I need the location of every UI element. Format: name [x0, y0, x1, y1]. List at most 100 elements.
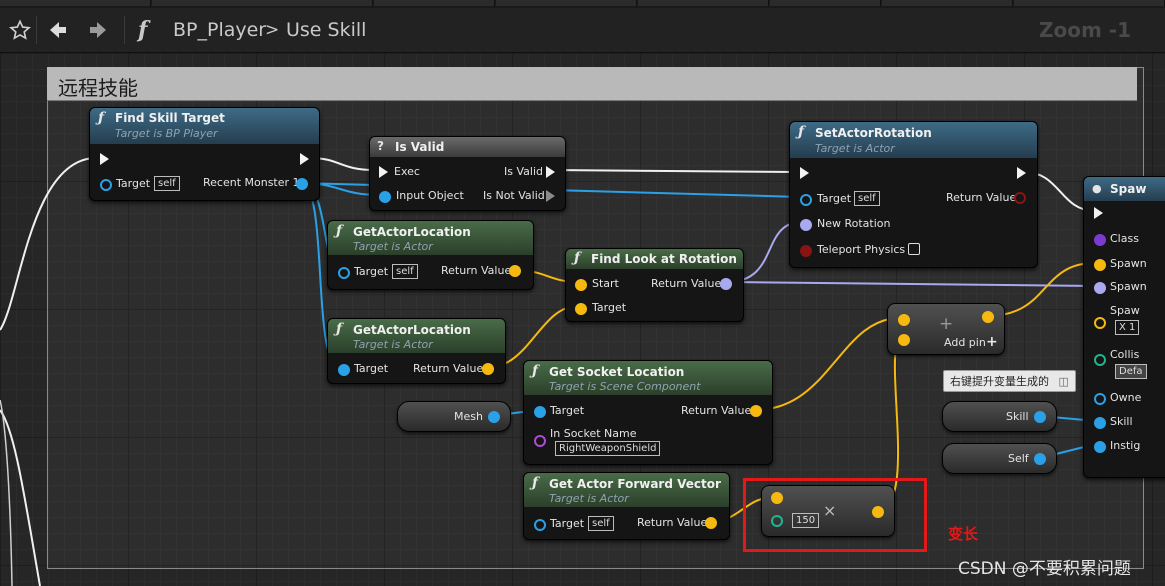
pin-label: Start — [592, 277, 619, 290]
scale-field[interactable]: X 1 — [1115, 320, 1140, 335]
pin-label: Return Value — [637, 516, 708, 529]
add-node[interactable]: + Add pin + — [887, 303, 1005, 355]
target-self-box[interactable]: self — [154, 176, 180, 191]
socket-name-pin[interactable] — [534, 435, 546, 447]
pin-label: Owne — [1110, 391, 1142, 404]
spawn-pin[interactable] — [1094, 259, 1106, 271]
exec-in-pin[interactable] — [800, 167, 809, 179]
variable-label: Self — [1008, 452, 1029, 465]
pin-label: Target — [550, 404, 585, 417]
node-subtitle: Target is Actor — [353, 338, 433, 351]
pin-label: Target — [550, 517, 585, 530]
a-pin[interactable] — [898, 314, 910, 326]
node-title: Spaw — [1110, 182, 1147, 196]
pin-label: New Rotation — [817, 217, 891, 230]
get-socket-location-node[interactable]: ƒ Get Socket Location Target is Scene Co… — [523, 360, 773, 465]
get-actor-location-node[interactable]: ƒ GetActorLocation Target is Actor Targe… — [327, 318, 506, 384]
target-self-box[interactable]: self — [854, 191, 880, 206]
add-pin-button[interactable]: Add pin — [944, 336, 986, 349]
pin-label: In Socket Name — [550, 427, 637, 440]
pin-label: Instig — [1110, 439, 1141, 452]
exec-out-pin[interactable] — [1017, 167, 1026, 179]
node-subtitle: Target is Actor — [353, 240, 433, 253]
return-value-pin[interactable] — [750, 405, 762, 417]
function-icon: ƒ — [574, 250, 581, 266]
pin-label: Return Value — [651, 277, 722, 290]
get-actor-location-node[interactable]: ƒ GetActorLocation Target is Actor Targe… — [327, 220, 534, 290]
plus-icon: + — [939, 314, 954, 334]
return-value-pin[interactable] — [705, 517, 717, 529]
target-self-box[interactable]: self — [392, 264, 418, 279]
target-pin[interactable] — [534, 406, 546, 418]
get-actor-forward-vector-node[interactable]: ƒ Get Actor Forward Vector Target is Act… — [523, 472, 730, 540]
function-icon: ƒ — [98, 110, 105, 126]
return-value-pin[interactable] — [1014, 192, 1026, 204]
pin-label: Spawn — [1110, 257, 1147, 270]
pin-label: Return Value — [681, 404, 752, 417]
instigator-pin[interactable] — [1094, 441, 1106, 453]
owner-pin[interactable] — [1094, 393, 1106, 405]
is-not-valid-out-pin[interactable] — [546, 190, 555, 202]
input-object-pin[interactable] — [379, 191, 391, 203]
exec-in-pin[interactable] — [1094, 207, 1103, 219]
pin-label: Teleport Physics — [817, 243, 906, 256]
mesh-out-pin[interactable] — [488, 411, 500, 423]
teleport-physics-checkbox[interactable] — [908, 243, 920, 255]
self-variable[interactable]: Self — [942, 443, 1057, 474]
find-skill-target-node[interactable]: ƒ Find Skill Target Target is BP Player … — [89, 107, 320, 201]
target-pin[interactable] — [575, 303, 587, 315]
socket-name-field[interactable]: RightWeaponShield — [555, 441, 661, 456]
is-valid-out-pin[interactable] — [546, 166, 555, 178]
start-pin[interactable] — [575, 279, 587, 291]
spawn-scale-pin[interactable] — [1094, 317, 1106, 329]
node-title: Get Actor Forward Vector — [549, 477, 721, 491]
node-subtitle: Target is Actor — [815, 142, 895, 155]
comment-bubble: 右键提升变量生成的 ◫ — [943, 370, 1076, 392]
pin-label: Exec — [394, 165, 420, 178]
recent-monster-pin[interactable] — [296, 178, 308, 190]
node-subtitle: Target is BP Player — [115, 127, 218, 140]
exec-out-pin[interactable] — [300, 153, 309, 165]
exec-in-pin[interactable] — [100, 153, 109, 165]
class-pin[interactable] — [1094, 234, 1106, 246]
return-value-pin[interactable] — [720, 278, 732, 290]
skill-variable[interactable]: Skill — [942, 401, 1057, 432]
pin-label: Target — [817, 192, 852, 205]
mesh-variable[interactable]: Mesh — [397, 401, 511, 432]
return-value-pin[interactable] — [509, 265, 521, 277]
skill-pin[interactable] — [1094, 417, 1106, 429]
b-pin[interactable] — [898, 334, 910, 346]
target-pin[interactable] — [338, 364, 350, 376]
skill-out-pin[interactable] — [1034, 411, 1046, 423]
new-rotation-pin[interactable] — [800, 219, 812, 231]
add-pin-icon[interactable]: + — [986, 334, 998, 350]
collision-dropdown[interactable]: Defa — [1115, 364, 1147, 379]
output-pin[interactable] — [982, 311, 994, 323]
variable-label: Skill — [1006, 410, 1029, 423]
spawn-rotation-pin[interactable] — [1094, 282, 1106, 294]
node-title: SetActorRotation — [815, 126, 932, 140]
annotation-text: 变长 — [948, 525, 979, 543]
target-pin[interactable] — [100, 179, 112, 191]
is-valid-node[interactable]: ? Is Valid Exec Is Valid Input Object Is… — [369, 136, 566, 211]
node-title: Is Valid — [395, 140, 445, 154]
exec-in-pin[interactable] — [379, 166, 388, 178]
teleport-physics-pin[interactable] — [800, 245, 812, 257]
self-out-pin[interactable] — [1034, 453, 1046, 465]
spawn-node[interactable]: ● Spaw Class Spawn Spawn Spaw X 1 Collis… — [1083, 176, 1165, 478]
function-icon: ƒ — [336, 321, 343, 337]
return-value-pin[interactable] — [482, 363, 494, 375]
pin-label: Is Not Valid — [483, 189, 545, 202]
collision-pin[interactable] — [1094, 354, 1106, 366]
target-pin[interactable] — [800, 194, 812, 206]
pin-label: Spawn — [1110, 280, 1147, 293]
target-pin[interactable] — [534, 519, 546, 531]
node-title: Find Skill Target — [115, 111, 225, 125]
find-look-at-rotation-node[interactable]: ƒ Find Look at Rotation Start Return Val… — [565, 248, 744, 322]
pin-label: Skill — [1110, 415, 1133, 428]
target-self-box[interactable]: self — [588, 516, 614, 531]
target-pin[interactable] — [338, 267, 350, 279]
bubble-pin-icon[interactable]: ◫ — [1059, 375, 1069, 388]
set-actor-rotation-node[interactable]: ƒ SetActorRotation Target is Actor Targe… — [789, 121, 1038, 268]
node-title: GetActorLocation — [353, 225, 471, 239]
